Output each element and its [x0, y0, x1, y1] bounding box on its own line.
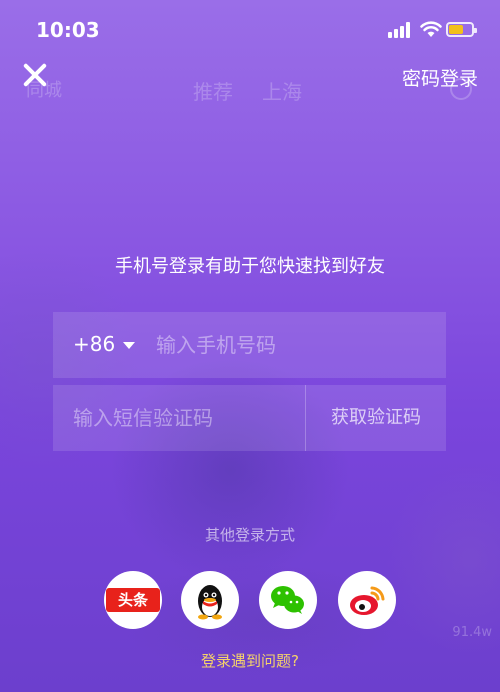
- login-subtitle: 手机号登录有助于您快速找到好友: [115, 256, 385, 277]
- status-icons: [378, 20, 478, 40]
- wechat-icon: [271, 586, 304, 614]
- sms-code-input[interactable]: [73, 385, 301, 451]
- signal-icon: [388, 22, 414, 38]
- status-time: 10:03: [36, 18, 100, 42]
- get-code-button[interactable]: 获取验证码: [306, 385, 446, 451]
- background-tab-city: 上海: [262, 80, 302, 104]
- close-button[interactable]: [22, 62, 48, 88]
- wifi-icon: [420, 21, 442, 37]
- password-login-link[interactable]: 密码登录: [402, 64, 478, 91]
- status-bar: 10:03: [0, 0, 500, 58]
- toutiao-icon: 头条: [106, 588, 160, 612]
- qq-login-button[interactable]: [181, 571, 239, 629]
- code-field: 获取验证码: [53, 385, 446, 451]
- battery-icon: [446, 22, 477, 37]
- background-like-count: 91.4w: [452, 625, 492, 640]
- phone-input[interactable]: [156, 312, 436, 378]
- background-tab-recommend: 推荐: [193, 80, 233, 104]
- qq-icon: [198, 585, 222, 620]
- toutiao-login-button[interactable]: 头条: [104, 571, 162, 629]
- country-code-selector[interactable]: +86: [73, 332, 115, 356]
- wechat-login-button[interactable]: [259, 571, 317, 629]
- weibo-icon: [350, 586, 385, 615]
- phone-field: +86: [53, 312, 446, 378]
- other-login-title: 其他登录方式: [204, 526, 295, 544]
- weibo-login-button[interactable]: [338, 571, 396, 629]
- login-help-link[interactable]: 登录遇到问题?: [0, 650, 500, 671]
- chevron-down-icon[interactable]: [123, 342, 135, 349]
